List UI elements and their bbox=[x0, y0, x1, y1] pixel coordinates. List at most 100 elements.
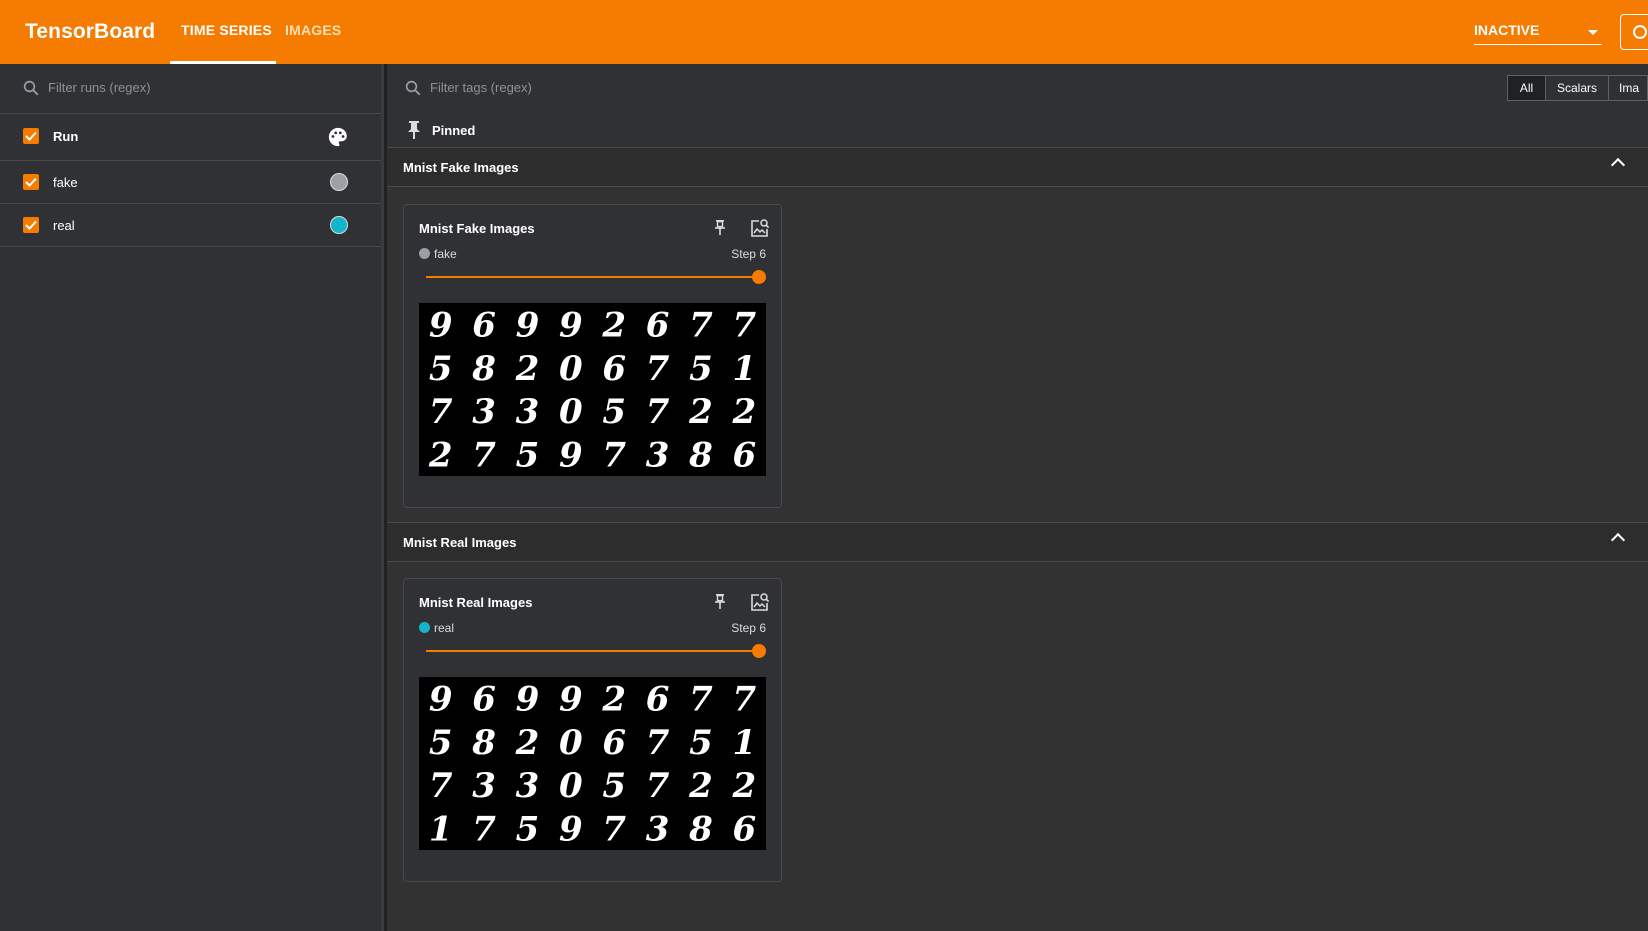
tab-images[interactable]: IMAGES bbox=[285, 22, 341, 38]
digit-cell: 3 bbox=[516, 766, 540, 806]
palette-icon[interactable] bbox=[327, 126, 349, 148]
digit-cell: 9 bbox=[429, 306, 453, 346]
refresh-icon bbox=[1633, 25, 1647, 39]
run-checkbox-real[interactable] bbox=[23, 217, 39, 233]
digit-cell: 7 bbox=[472, 435, 496, 475]
digit-cell: 2 bbox=[601, 680, 626, 720]
digit-cell: 3 bbox=[646, 435, 670, 475]
digit-cell: 9 bbox=[559, 435, 583, 475]
run-checkbox-fake[interactable] bbox=[23, 174, 39, 190]
digit-cell: 3 bbox=[472, 766, 496, 806]
tab-time-series[interactable]: TIME SERIES bbox=[181, 22, 272, 38]
group-header-fake[interactable]: Mnist Fake Images bbox=[387, 147, 1648, 187]
digit-cell: 7 bbox=[602, 435, 626, 475]
card-run-name: fake bbox=[434, 247, 457, 261]
mnist-image-grid[interactable]: 96992677582067517330572227597386 bbox=[419, 303, 766, 476]
digit-cell: 0 bbox=[559, 766, 583, 806]
top-app-bar: TensorBoard TIME SERIES IMAGES INACTIVE bbox=[0, 0, 1648, 64]
tag-filter-input[interactable]: Filter tags (regex) bbox=[430, 80, 532, 95]
run-color-swatch-fake[interactable] bbox=[330, 173, 348, 191]
search-icon bbox=[23, 80, 39, 96]
run-row-real[interactable]: real bbox=[0, 204, 381, 247]
digit-grid: 9 6 9 9 2 6 7 75 8 2 0 6 7 5 17 3 3 0 5 7 2 22 7 5 9 7 3 8 6 bbox=[428, 306, 757, 476]
digit-cell: 0 bbox=[559, 392, 583, 432]
digit-cell: 9 bbox=[516, 680, 540, 720]
mnist-image-grid[interactable]: 96992677582067517330572217597386 bbox=[419, 677, 766, 850]
digit-cell: 7 bbox=[646, 766, 670, 806]
digit-cell: 3 bbox=[646, 809, 670, 849]
time-series-main: Filter tags (regex) All Scalars Ima Pinn… bbox=[387, 64, 1648, 931]
digit-cell: 9 bbox=[559, 306, 583, 346]
toggle-scalars[interactable]: Scalars bbox=[1546, 76, 1609, 100]
digit-cell: 1 bbox=[732, 723, 756, 763]
image-search-icon[interactable] bbox=[750, 592, 770, 612]
digit-grid: 9 6 9 9 2 6 7 75 8 2 0 6 7 5 17 3 3 0 5 7 2 21 7 5 9 7 3 8 6 bbox=[429, 680, 757, 850]
select-all-checkbox[interactable] bbox=[23, 128, 39, 144]
digit-cell: 0 bbox=[559, 723, 583, 763]
digit-cell: 6 bbox=[646, 306, 670, 346]
card-run-label: real bbox=[419, 621, 454, 635]
digit-cell: 7 bbox=[689, 680, 713, 720]
run-filter-input[interactable]: Filter runs (regex) bbox=[48, 80, 151, 95]
digit-cell: 7 bbox=[602, 809, 626, 849]
image-card-real: Mnist Real Images real Step 6 9699267758… bbox=[403, 578, 782, 882]
run-row-fake[interactable]: fake bbox=[0, 161, 381, 204]
checkmark-icon bbox=[25, 177, 37, 187]
digit-cell: 2 bbox=[731, 766, 756, 806]
digit-cell: 7 bbox=[732, 680, 756, 720]
run-color-swatch-real[interactable] bbox=[330, 216, 348, 234]
runs-sidebar: Filter runs (regex) Run fake real bbox=[0, 64, 384, 931]
run-label-fake: fake bbox=[53, 175, 78, 190]
card-type-toggle: All Scalars Ima bbox=[1507, 75, 1648, 101]
digit-cell: 2 bbox=[515, 723, 540, 763]
plugin-status-select[interactable]: INACTIVE bbox=[1474, 20, 1602, 45]
digit-cell: 9 bbox=[559, 809, 583, 849]
digit-cell: 8 bbox=[688, 435, 713, 475]
digit-cell: 2 bbox=[515, 349, 540, 389]
card-run-label: fake bbox=[419, 247, 457, 261]
digit-cell: 6 bbox=[472, 680, 496, 720]
pin-icon bbox=[408, 121, 420, 139]
digit-cell: 2 bbox=[601, 306, 626, 346]
digit-cell: 7 bbox=[429, 766, 453, 806]
app-brand[interactable]: TensorBoard bbox=[25, 20, 155, 44]
step-slider-track[interactable] bbox=[426, 276, 760, 278]
step-slider-thumb[interactable] bbox=[752, 644, 766, 658]
step-slider-track[interactable] bbox=[426, 650, 760, 652]
card-title: Mnist Real Images bbox=[419, 595, 533, 610]
refresh-button[interactable] bbox=[1620, 14, 1648, 50]
digit-cell: 6 bbox=[472, 306, 496, 346]
run-header-row: Run bbox=[0, 113, 381, 161]
card-run-name: real bbox=[434, 621, 455, 635]
digit-cell: 6 bbox=[602, 723, 626, 763]
digit-cell: 0 bbox=[559, 349, 583, 389]
chevron-up-icon[interactable] bbox=[1610, 157, 1626, 173]
digit-cell: 2 bbox=[688, 766, 713, 806]
digit-cell: 2 bbox=[428, 435, 453, 475]
digit-cell: 5 bbox=[689, 349, 713, 389]
digit-cell: 5 bbox=[429, 349, 453, 389]
digit-cell: 9 bbox=[516, 306, 540, 346]
plugin-status-value: INACTIVE bbox=[1474, 22, 1540, 38]
digit-cell: 9 bbox=[559, 680, 583, 720]
digit-cell: 2 bbox=[688, 392, 713, 432]
pin-icon[interactable] bbox=[713, 593, 727, 611]
image-search-icon[interactable] bbox=[750, 218, 770, 238]
toggle-all[interactable]: All bbox=[1508, 76, 1546, 100]
chevron-up-icon[interactable] bbox=[1610, 532, 1626, 548]
digit-cell: 7 bbox=[472, 809, 496, 849]
pinned-section: Pinned bbox=[387, 113, 1648, 148]
step-slider-thumb[interactable] bbox=[752, 270, 766, 284]
toggle-images[interactable]: Ima bbox=[1609, 76, 1648, 100]
digit-cell: 3 bbox=[516, 392, 540, 432]
pin-icon[interactable] bbox=[713, 219, 727, 237]
chevron-down-icon bbox=[1588, 30, 1598, 35]
digit-cell: 7 bbox=[732, 306, 756, 346]
group-header-real[interactable]: Mnist Real Images bbox=[387, 522, 1648, 562]
digit-cell: 1 bbox=[732, 349, 756, 389]
run-color-dot bbox=[419, 248, 430, 259]
tag-filter-row: Filter tags (regex) All Scalars Ima bbox=[387, 64, 1648, 114]
run-filter-row: Filter runs (regex) bbox=[0, 64, 381, 114]
pinned-title: Pinned bbox=[432, 123, 476, 138]
run-label-real: real bbox=[53, 218, 75, 233]
